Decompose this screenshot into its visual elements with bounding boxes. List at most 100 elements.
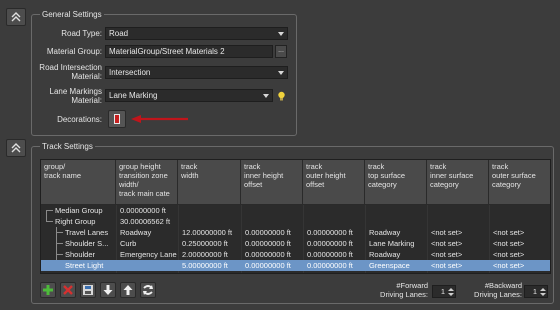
table-cell[interactable]: 0.00000000 ft [243,238,303,249]
table-cell[interactable]: <not set> [429,227,489,238]
add-track-button[interactable] [40,282,56,298]
road-type-value: Road [109,29,129,38]
lane-markings-combo[interactable]: Lane Marking [105,89,273,102]
table-cell[interactable] [305,205,365,216]
track-table[interactable]: group/ track name group height transitio… [40,159,551,274]
table-cell[interactable] [429,216,489,227]
spin-down-icon[interactable] [448,293,454,296]
table-cell[interactable]: 0.00000000 ft [305,249,365,260]
table-cell[interactable]: <not set> [491,260,550,271]
table-cell[interactable] [243,205,303,216]
table-cell[interactable] [429,205,489,216]
track-name-cell[interactable]: Median Group [53,205,116,216]
forward-lanes-value: 1 [440,287,445,296]
table-cell[interactable] [491,216,550,227]
table-cell[interactable] [180,205,241,216]
column-header[interactable]: group/ track name [41,160,116,205]
backward-lanes-value: 1 [532,287,537,296]
table-cell[interactable]: <not set> [491,238,550,249]
table-cell[interactable]: 12.00000000 ft [180,227,241,238]
table-cell[interactable]: 0.00000000 ft [243,227,303,238]
table-cell[interactable]: Roadway [118,227,178,238]
table-cell[interactable]: 2.00000000 ft [180,249,241,260]
lightbulb-icon[interactable] [277,91,286,101]
track-name-cell[interactable]: Shoulder S... [63,238,116,249]
move-down-button[interactable] [100,282,116,298]
table-row[interactable]: Median Group 0.00000000 ft [41,205,550,216]
table-cell[interactable] [367,216,427,227]
backward-lanes-label: #Backward Driving Lanes: [474,281,522,299]
browse-material-button[interactable]: ... [275,45,287,58]
column-header[interactable]: track width [178,160,241,205]
table-cell[interactable] [367,205,427,216]
table-cell[interactable]: 0.00000000 ft [305,227,365,238]
table-cell[interactable]: 0.25000000 ft [180,238,241,249]
track-name-cell[interactable]: Travel Lanes [63,227,116,238]
track-name-cell[interactable]: Street Light [63,260,116,271]
table-cell[interactable]: <not set> [429,238,489,249]
track-name-cell[interactable]: Shoulder [63,249,116,260]
move-down-icon [103,285,113,295]
collapse-track-button[interactable] [6,139,26,157]
save-track-button[interactable] [80,282,96,298]
table-cell[interactable]: <not set> [429,260,489,271]
delete-icon [63,285,73,295]
backward-lanes-spinner[interactable]: 1 [524,285,548,298]
spin-up-icon[interactable] [448,288,454,291]
intersection-material-combo[interactable]: Intersection [105,66,288,79]
table-row[interactable]: Shoulder S... Curb 0.25000000 ft 0.00000000… [41,238,550,249]
table-cell[interactable]: <not set> [429,249,489,260]
forward-lanes-spinner[interactable]: 1 [432,285,456,298]
track-settings-title: Track Settings [40,141,95,152]
table-cell[interactable]: 0.00000000 ft [305,238,365,249]
table-cell[interactable]: Roadway [367,249,427,260]
table-row[interactable]: Right Group 30.00006562 ft [41,216,550,227]
table-cell[interactable]: Greenspace [367,260,427,271]
table-cell[interactable]: 0.00000000 ft [243,249,303,260]
table-row[interactable]: Travel Lanes Roadway 12.00000000 ft 0.00000… [41,227,550,238]
table-cell[interactable]: Emergency Lane [118,249,178,260]
table-cell[interactable] [491,205,550,216]
spin-down-icon[interactable] [540,293,546,296]
refresh-icon [143,285,153,295]
decorations-button[interactable] [108,110,126,128]
material-group-field[interactable]: MaterialGroup/Street Materials 2 [105,45,273,58]
material-group-value: MaterialGroup/Street Materials 2 [109,47,225,56]
refresh-button[interactable] [140,282,156,298]
table-cell[interactable]: 5.00000000 ft [180,260,241,271]
table-cell[interactable]: 30.00006562 ft [118,216,178,227]
table-cell[interactable]: <not set> [491,227,550,238]
table-cell[interactable]: Curb [118,238,178,249]
column-header[interactable]: track top surface category [365,160,427,205]
decoration-icon [114,114,120,124]
table-cell[interactable] [180,216,241,227]
chevron-down-icon [278,32,284,36]
table-cell[interactable]: 0.00000000 ft [118,205,178,216]
column-header[interactable]: group height transition zone width/ trac… [116,160,178,205]
move-up-button[interactable] [120,282,136,298]
table-row[interactable]: Shoulder Emergency Lane 2.00000000 ft 0.000… [41,249,550,260]
move-up-icon [123,285,133,295]
column-header[interactable]: track inner surface category [427,160,489,205]
lane-markings-label: Lane Markings Material: [49,87,102,105]
road-type-combo[interactable]: Road [105,27,288,40]
column-header[interactable]: track inner height offset [241,160,303,205]
collapse-general-button[interactable] [6,8,26,26]
table-cell[interactable]: 0.00000000 ft [243,260,303,271]
delete-track-button[interactable] [60,282,76,298]
table-cell[interactable] [305,216,365,227]
table-cell[interactable]: Lane Marking [367,238,427,249]
table-cell[interactable]: Roadway [367,227,427,238]
table-cell[interactable]: 0.00000000 ft [305,260,365,271]
table-cell[interactable] [118,260,178,271]
spin-up-icon[interactable] [540,288,546,291]
column-header[interactable]: track outer surface category [489,160,550,205]
table-row[interactable]: Street Light 5.00000000 ft 0.00000000 ft 0.… [41,260,550,271]
forward-lanes-label: #Forward Driving Lanes: [380,281,428,299]
lane-markings-value: Lane Marking [109,91,158,100]
chevron-down-icon [263,94,269,98]
column-header[interactable]: track outer height offset [303,160,365,205]
track-name-cell[interactable]: Right Group [53,216,116,227]
table-cell[interactable] [243,216,303,227]
table-cell[interactable]: <not set> [491,249,550,260]
